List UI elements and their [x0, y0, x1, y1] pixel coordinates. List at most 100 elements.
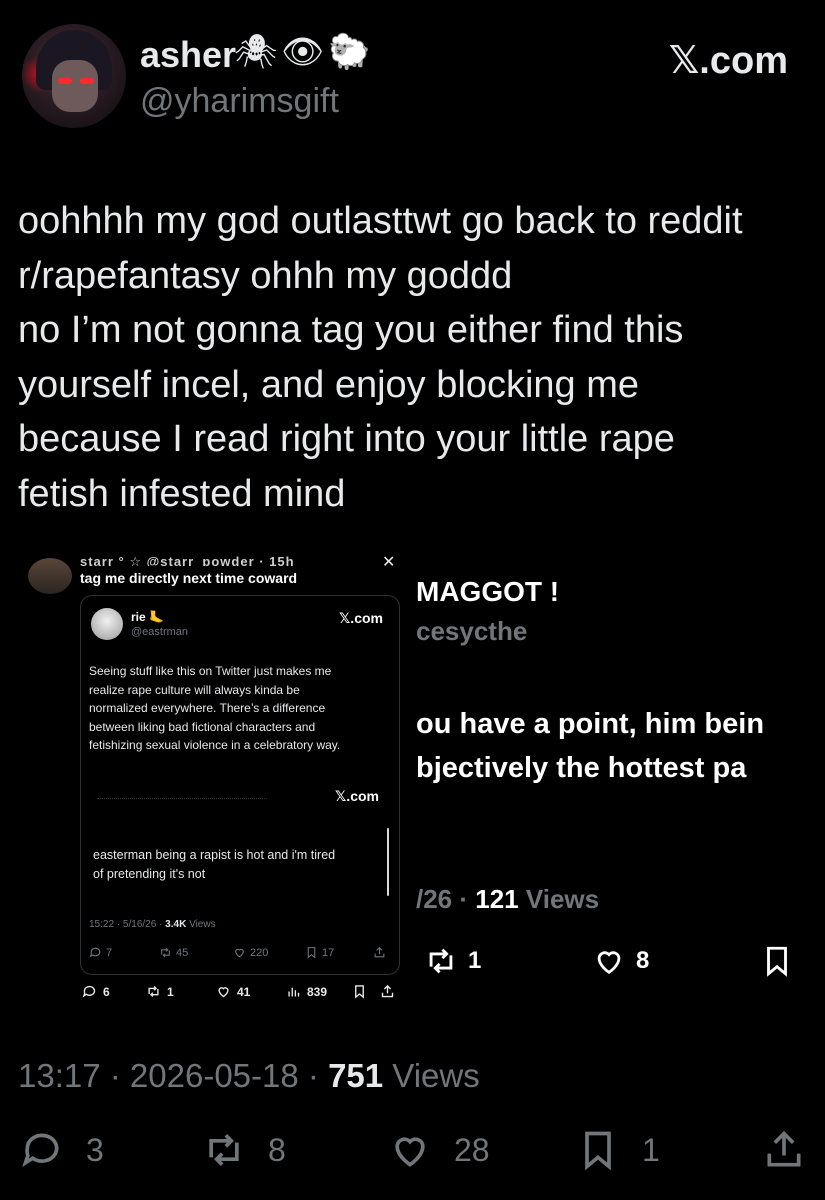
cropped-repost[interactable]: 1: [424, 944, 481, 978]
cropped-handle: cesycthe: [416, 616, 528, 646]
tweet-time: 13:17: [18, 1057, 101, 1094]
scrollbar: [387, 828, 389, 896]
quote-like[interactable]: 41: [216, 984, 250, 999]
bookmark-icon: [307, 947, 316, 959]
like-button[interactable]: 28: [388, 1128, 490, 1172]
embedded-screenshot[interactable]: starr ° ☆ @starr_powder · 15h ✕ tag me d…: [18, 540, 416, 1010]
avatar[interactable]: [22, 24, 126, 128]
repost-count: 8: [268, 1131, 286, 1168]
quote-reply[interactable]: 6: [82, 984, 110, 999]
cropped-meta: /26 · 121 Views: [416, 884, 599, 915]
heart-icon: [235, 948, 244, 958]
inner-site-logo-2: 𝕏.com: [335, 788, 379, 804]
tweet-line: because I read right into your little ra…: [18, 418, 675, 460]
share-icon: [767, 1130, 801, 1167]
reply-button[interactable]: 3: [20, 1128, 104, 1172]
cropped-like[interactable]: 8: [592, 944, 649, 978]
inner-tweet-text: Seeing stuff like this on Twitter just m…: [89, 662, 385, 755]
repost-button[interactable]: 8: [202, 1128, 286, 1172]
reply-icon: [89, 947, 101, 958]
inner-meta-time: 15:22 · 5/16/26 ·: [89, 919, 166, 930]
inner-avatar: [91, 608, 123, 640]
reply-count: 3: [86, 1131, 104, 1168]
cropped-text-line: bjectively the hottest pa: [416, 752, 747, 784]
close-icon: ✕: [382, 554, 396, 571]
inner-text-line: between liking bad fictional characters …: [89, 719, 316, 734]
bookmark-icon: [355, 985, 364, 999]
tweet-views-count: 751: [328, 1057, 384, 1094]
inner-quote-line: of pretending it's not: [93, 866, 206, 881]
quote-views-count: 839: [307, 984, 328, 999]
inner-meta: 15:22 · 5/16/26 · 3.4K Views: [89, 919, 216, 930]
cropped-repost-count: 1: [468, 947, 482, 974]
bookmark-count: 1: [642, 1131, 660, 1168]
tweet-date: 2026-05-18: [129, 1057, 299, 1094]
repost-icon: [429, 948, 453, 974]
tweet-line: yourself incel, and enjoy blocking me: [18, 363, 640, 406]
inner-quote-line: easterman being a rapist is hot and i'm …: [93, 848, 336, 862]
inner-bookmark-count: 17: [322, 946, 335, 959]
repost-icon: [148, 986, 159, 997]
share-button[interactable]: [762, 1128, 806, 1172]
cropped-bookmark[interactable]: [760, 944, 794, 978]
inner-meta-views: 3.4K: [165, 919, 187, 930]
cropped-text-line: ou have a point, him bein: [416, 708, 765, 740]
like-count: 28: [454, 1131, 490, 1168]
quote-repost[interactable]: 1: [146, 984, 174, 999]
share-icon: [381, 984, 394, 998]
cropped-like-count: 8: [636, 947, 650, 974]
tweet-line: oohhhh my god outlasttwt go back to redd…: [18, 200, 743, 242]
inner-site-logo: 𝕏.com: [339, 610, 383, 626]
inner-text-line: normalized everywhere. There’s a differe…: [89, 701, 326, 715]
tweet-line: no I’m not gonna tag you either find thi…: [18, 309, 684, 351]
inner-handle: @eastrman: [131, 626, 189, 638]
quote-author-header: starr ° ☆ @starr_powder · 15h: [80, 554, 295, 566]
inner-text-line: fetishizing sexual violence in a celebra…: [89, 738, 341, 752]
heart-icon: [597, 951, 621, 975]
quote-like-count: 41: [237, 984, 251, 999]
tweet-text: oohhhh my god outlasttwt go back to redd…: [18, 194, 813, 521]
cropped-meta-prefix: /26 ·: [416, 884, 476, 914]
inner-reply: 7: [89, 946, 112, 959]
tweet-views-label: Views: [392, 1057, 480, 1094]
inner-like-count: 220: [250, 946, 269, 959]
heart-icon: [395, 1137, 425, 1167]
inner-quoted-text: easterman being a rapist is hot and i'm …: [93, 846, 335, 883]
heart-icon: [218, 987, 229, 998]
bookmark-button[interactable]: 1: [576, 1128, 660, 1172]
bookmark-icon: [585, 1131, 611, 1171]
quote-views[interactable]: 839: [286, 984, 327, 999]
tweet-line: fetish infested mind: [18, 472, 346, 515]
share-icon: [374, 946, 385, 958]
tweet-meta: 13:17 · 2026-05-18 · 751 Views: [18, 1057, 480, 1094]
repost-icon: [161, 947, 170, 958]
inner-meta-views-label: Views: [189, 919, 216, 930]
inner-quote-card: rie 🦶 @eastrman 𝕏.com Seeing stuff like …: [80, 595, 400, 975]
quote-text: tag me directly next time coward: [80, 570, 298, 586]
quote-bookmark[interactable]: [352, 984, 367, 999]
inner-share: [373, 946, 386, 959]
quote-author-avatar: [28, 558, 72, 594]
repost-icon: [209, 1134, 239, 1166]
reply-icon: [22, 1133, 59, 1168]
inner-reply-count: 7: [106, 946, 113, 959]
inner-divider: [97, 798, 267, 800]
name-emojis: 🕷👁🐑: [234, 33, 375, 71]
cropped-views-count: 121: [475, 884, 519, 914]
site-logo: 𝕏.com: [668, 40, 788, 82]
tweet-line: r/rapefantasy ohhh my goddd: [18, 254, 513, 297]
quote-repost-count: 1: [167, 984, 174, 999]
views-icon: [288, 987, 300, 997]
inner-text-line: Seeing stuff like this on Twitter just m…: [89, 664, 332, 678]
inner-repost-count: 45: [176, 946, 189, 959]
quote-share[interactable]: [380, 984, 395, 999]
inner-text-line: realize rape culture will always kinda b…: [89, 682, 300, 697]
cropped-views-label: Views: [525, 884, 600, 914]
cropped-tweet-screenshot[interactable]: MAGGOT ! cesycthe ou have a point, him b…: [416, 560, 825, 1000]
inner-bookmark: 17: [305, 946, 334, 959]
display-name[interactable]: asher: [140, 34, 236, 76]
bookmark-icon: [767, 946, 787, 977]
quote-reply-count: 6: [103, 984, 110, 999]
user-handle[interactable]: @yharimsgift: [140, 82, 339, 121]
reply-icon: [82, 985, 96, 998]
